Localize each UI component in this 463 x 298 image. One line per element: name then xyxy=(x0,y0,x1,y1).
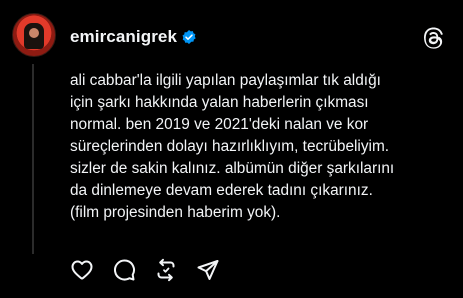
username[interactable]: emircanigrek xyxy=(70,27,177,47)
post-text: ali cabbar'la ilgili yapılan paylaşımlar… xyxy=(70,72,395,221)
comment-icon xyxy=(114,259,135,281)
heart-icon xyxy=(71,260,93,280)
avatar[interactable] xyxy=(12,13,56,57)
thread-line xyxy=(32,64,34,254)
verified-badge-icon xyxy=(182,30,196,44)
repost-button[interactable] xyxy=(154,258,178,282)
reply-button[interactable] xyxy=(112,258,136,282)
share-button[interactable] xyxy=(196,258,220,282)
repost-icon xyxy=(157,258,175,282)
threads-logo-icon[interactable] xyxy=(421,25,447,51)
avatar-face xyxy=(29,28,39,38)
send-icon xyxy=(197,260,219,280)
like-button[interactable] xyxy=(70,258,94,282)
threads-post: emircanigrek ali cabbar'la ilgili yapıla… xyxy=(0,0,463,298)
